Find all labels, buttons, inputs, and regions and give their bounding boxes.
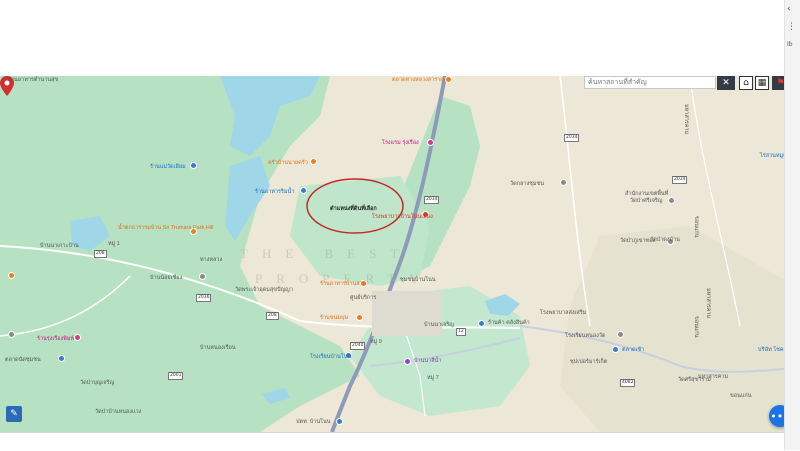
poi-marker[interactable] [336, 418, 343, 425]
map-label: วัดป่าดงบ้าน [650, 237, 680, 243]
map-label: ศูนย์บริการ [350, 295, 377, 301]
poi-marker[interactable] [310, 158, 317, 165]
close-button[interactable]: ✕ [717, 76, 735, 90]
map-label: บ้านหนองเรือน [200, 345, 236, 351]
map-label: วัดกลางชุมชน [510, 181, 544, 187]
map-label: บ้านนาสีน้ำ [414, 358, 442, 364]
map-label: ร้านแม่วัดเอียม [150, 164, 186, 170]
map-label: ร้านค้า คลังสินค้า [488, 320, 530, 326]
poi-marker[interactable] [478, 320, 485, 327]
road-shield: 2040 [350, 342, 366, 350]
poi-marker[interactable] [445, 76, 452, 83]
poi-marker[interactable] [74, 334, 81, 341]
map-label: มหาสารคาม [698, 374, 729, 380]
map-label: โรงพยาบาลบ้านโนนเมือง [372, 214, 433, 220]
map-label: หมู่ 1 [108, 241, 120, 247]
road-shield: 4082 [620, 379, 636, 387]
home-icon: ⌂ [743, 78, 749, 88]
map-label: วัดป่าบุญเจริญ [80, 380, 115, 386]
grid-icon: ▦ [757, 78, 767, 88]
road-shield: 208 [94, 250, 107, 258]
map-label: มหาสารคาม [683, 104, 689, 135]
map-label: ซุปเปอร์มาร์เก็ต [570, 359, 608, 365]
poi-marker[interactable] [8, 272, 15, 279]
road-shield: 2034 [424, 196, 440, 204]
poi-marker[interactable] [58, 355, 65, 362]
poi-marker[interactable] [612, 346, 619, 353]
search-input[interactable] [584, 76, 716, 89]
map-label: โรงพยาบาลส่งเสริม [540, 310, 587, 316]
map-label: วัดป่าบ้านหนองแวง [95, 409, 142, 415]
back-icon[interactable]: ‹ [787, 4, 791, 14]
menu-icon[interactable]: ⋮ [787, 22, 796, 32]
poi-marker[interactable] [560, 179, 567, 186]
field-east [560, 226, 795, 432]
poi-marker[interactable] [199, 273, 206, 280]
poi-marker[interactable] [190, 162, 197, 169]
road-shield: 12 [456, 328, 466, 336]
map-label: ขอนแก่น [693, 316, 699, 338]
map-label: หมู่ 9 [370, 339, 382, 345]
map-label: บ้านนาเกาะบ้าน [40, 243, 79, 249]
top-blank-area [0, 0, 785, 76]
map-label: ร้านอาหารบ้านสวน [320, 281, 367, 287]
road-shield: 208 [266, 312, 279, 320]
map-label: ตลาดทางหลวงสาราญ [392, 77, 445, 83]
map-label: วัดพระเจ้าอุดมสุขปัญญา [235, 287, 293, 293]
map-label: ร้านขนมบุษ [320, 315, 349, 321]
map-label: น้ำตกธารารมบ้าน Sri Trumara Park Hill [118, 225, 214, 231]
tag-text: Ib [787, 41, 793, 48]
map-canvas[interactable]: THE BEST PROPERTY ตำแหน่งที่ดินที่เลือก … [0, 76, 795, 432]
map-label: ร้านรุ่งเรืองพิมพ์ [37, 336, 75, 342]
scrollbar[interactable]: ‹ ⋮ Ib [784, 0, 800, 450]
map-label: ขอนแก่น [693, 216, 699, 238]
map-label: บ้านนาเจริญ [424, 322, 454, 328]
poi-marker[interactable] [300, 187, 307, 194]
measure-tool-button[interactable]: ✎ [6, 406, 22, 422]
ruler-icon: ✎ [10, 409, 18, 419]
map-label: บ้านน้อยเชียง [150, 275, 183, 281]
grid-button[interactable]: ▦ [755, 76, 769, 90]
map-label: ครัวบ้านนายครัว [268, 160, 308, 166]
town-area [372, 291, 442, 336]
road-shield: 2036 [196, 294, 212, 302]
map-label: ชุมชนบ้านโนน [400, 277, 436, 283]
map-label: บริษัท โชคดี [758, 347, 788, 353]
map-label: ตลาดเช้า [622, 347, 645, 353]
poi-marker[interactable] [8, 331, 15, 338]
road-shield: 2034 [672, 176, 688, 184]
map-label: หมู่ 7 [427, 375, 439, 381]
watermark-top: THE BEST [240, 246, 413, 261]
poi-marker[interactable] [427, 139, 434, 146]
map-label: ตลาดนัดชุมชน [5, 357, 41, 363]
map-label: ขอนแก่น [730, 393, 752, 399]
poi-marker[interactable] [668, 197, 675, 204]
road-shield: 2034 [564, 134, 580, 142]
pond-east [485, 294, 520, 316]
road-shield: 2001 [168, 372, 184, 380]
poi-marker[interactable] [404, 358, 411, 365]
home-button[interactable]: ⌂ [739, 76, 753, 90]
close-icon: ✕ [722, 78, 730, 88]
map-label: วัดป่าศรีเจริญ [630, 198, 663, 204]
map-label: โรงแรม รุ่งเรือง [382, 140, 419, 146]
highlight-label: ตำแหน่งที่ดินที่เลือก [330, 206, 377, 212]
map-label: โรงเรียนบ้านโนน [310, 354, 352, 360]
map-label: ร้านอาหารริมน้ำ [255, 189, 295, 195]
map-label: ปตท. บ้านโนน [296, 419, 331, 425]
poi-marker[interactable] [617, 331, 624, 338]
map-label: โรงเรียนหนองวัด [565, 333, 606, 339]
map-label: มหาสารคาม [705, 288, 711, 319]
bottom-strip [0, 432, 785, 451]
poi-marker[interactable] [356, 314, 363, 321]
map-label: ร้านอาหารตำนานสุข [8, 77, 59, 83]
map-label: ทางหลวง [200, 257, 223, 263]
